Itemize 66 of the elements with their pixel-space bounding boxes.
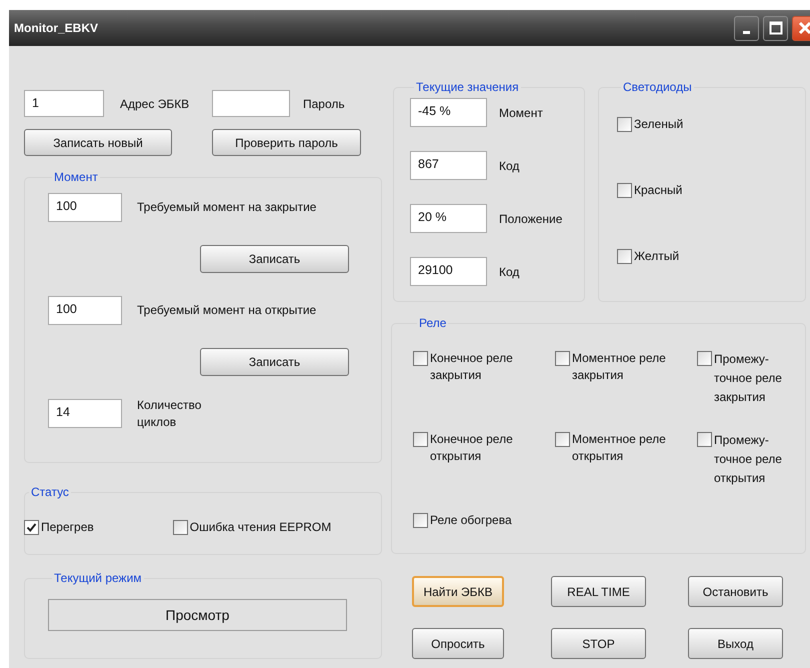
minimize-icon <box>743 31 750 34</box>
window-title: Monitor_EBKV <box>14 21 98 35</box>
maximize-button[interactable] <box>763 16 788 40</box>
field-label: Код <box>499 158 520 172</box>
button[interactable]: Записать новый <box>24 129 172 156</box>
field-label: Адрес ЭБКВ <box>120 96 190 110</box>
checkbox[interactable] <box>24 520 39 535</box>
input-field[interactable]: 29100 <box>410 257 487 286</box>
checkbox-label: Ошибка чтения EEPROM <box>190 519 332 536</box>
input-field[interactable]: 100 <box>48 296 122 325</box>
checkbox-label: Перегрев <box>41 519 94 536</box>
button[interactable]: Найти ЭБКВ <box>412 576 504 607</box>
checkbox-label: Конечное реле закрытия <box>430 350 514 384</box>
minimize-button[interactable] <box>734 16 759 40</box>
input-field[interactable]: 1 <box>24 90 104 117</box>
checkbox[interactable] <box>413 351 428 366</box>
button[interactable]: Остановить <box>688 576 783 607</box>
checkbox[interactable] <box>555 432 570 447</box>
field-label: Пароль <box>303 96 345 110</box>
mode-display: Просмотр <box>48 599 347 631</box>
checkbox[interactable] <box>172 520 188 535</box>
field-label: Момент <box>499 106 543 120</box>
button[interactable]: Выход <box>688 628 783 659</box>
checkbox[interactable] <box>555 351 570 366</box>
input-field[interactable] <box>212 90 290 117</box>
field-label: Количество циклов <box>137 397 202 431</box>
checkbox-label: Промежу-точное реле закрытия <box>714 351 783 406</box>
checkbox[interactable] <box>617 117 632 132</box>
button[interactable]: Опросить <box>412 628 504 659</box>
checkbox-label: Реле обогрева <box>430 512 513 529</box>
field-label: Положение <box>499 212 562 226</box>
checkbox[interactable] <box>697 351 712 366</box>
field-label: Код <box>499 264 520 278</box>
checkbox[interactable] <box>413 513 428 528</box>
group-title: Светодиоды <box>622 80 693 94</box>
checkbox-label: Конечное реле открытия <box>430 431 514 465</box>
checkbox-label: Моментное реле открытия <box>572 431 667 465</box>
maximize-icon <box>768 21 782 35</box>
checkbox-label: Промежу-точное реле открытия <box>714 432 783 487</box>
group-title: Текущий режим <box>53 571 143 585</box>
checkbox-label: Моментное реле закрытия <box>572 350 667 384</box>
checkbox[interactable] <box>413 432 428 447</box>
input-field[interactable]: 20 % <box>410 204 487 233</box>
field-label: Требуемый момент на открытие <box>137 302 316 319</box>
close-button[interactable] <box>792 16 810 40</box>
checkbox-label: Красный <box>634 182 682 199</box>
group-title: Момент <box>53 170 99 184</box>
checkbox[interactable] <box>617 183 632 198</box>
group-title: Реле <box>418 316 448 330</box>
checkbox-label: Желтый <box>634 248 680 265</box>
input-field[interactable]: 14 <box>48 399 122 428</box>
button[interactable]: REAL TIME <box>551 576 646 607</box>
checkbox[interactable] <box>617 249 632 264</box>
input-field[interactable]: 867 <box>410 151 487 180</box>
button[interactable]: Записать <box>200 245 349 273</box>
checkbox[interactable] <box>697 432 712 447</box>
button[interactable]: Записать <box>200 348 349 376</box>
input-field[interactable]: -45 % <box>410 98 487 127</box>
button[interactable]: STOP <box>551 628 646 659</box>
group-title: Статус <box>30 485 70 499</box>
button[interactable]: Проверить пароль <box>212 129 361 156</box>
field-label: Требуемый момент на закрытие <box>137 199 316 216</box>
close-icon <box>798 21 810 35</box>
checkbox-label: Зеленый <box>634 116 684 133</box>
input-field[interactable]: 100 <box>48 193 122 222</box>
group-title: Текущие значения <box>415 80 520 94</box>
